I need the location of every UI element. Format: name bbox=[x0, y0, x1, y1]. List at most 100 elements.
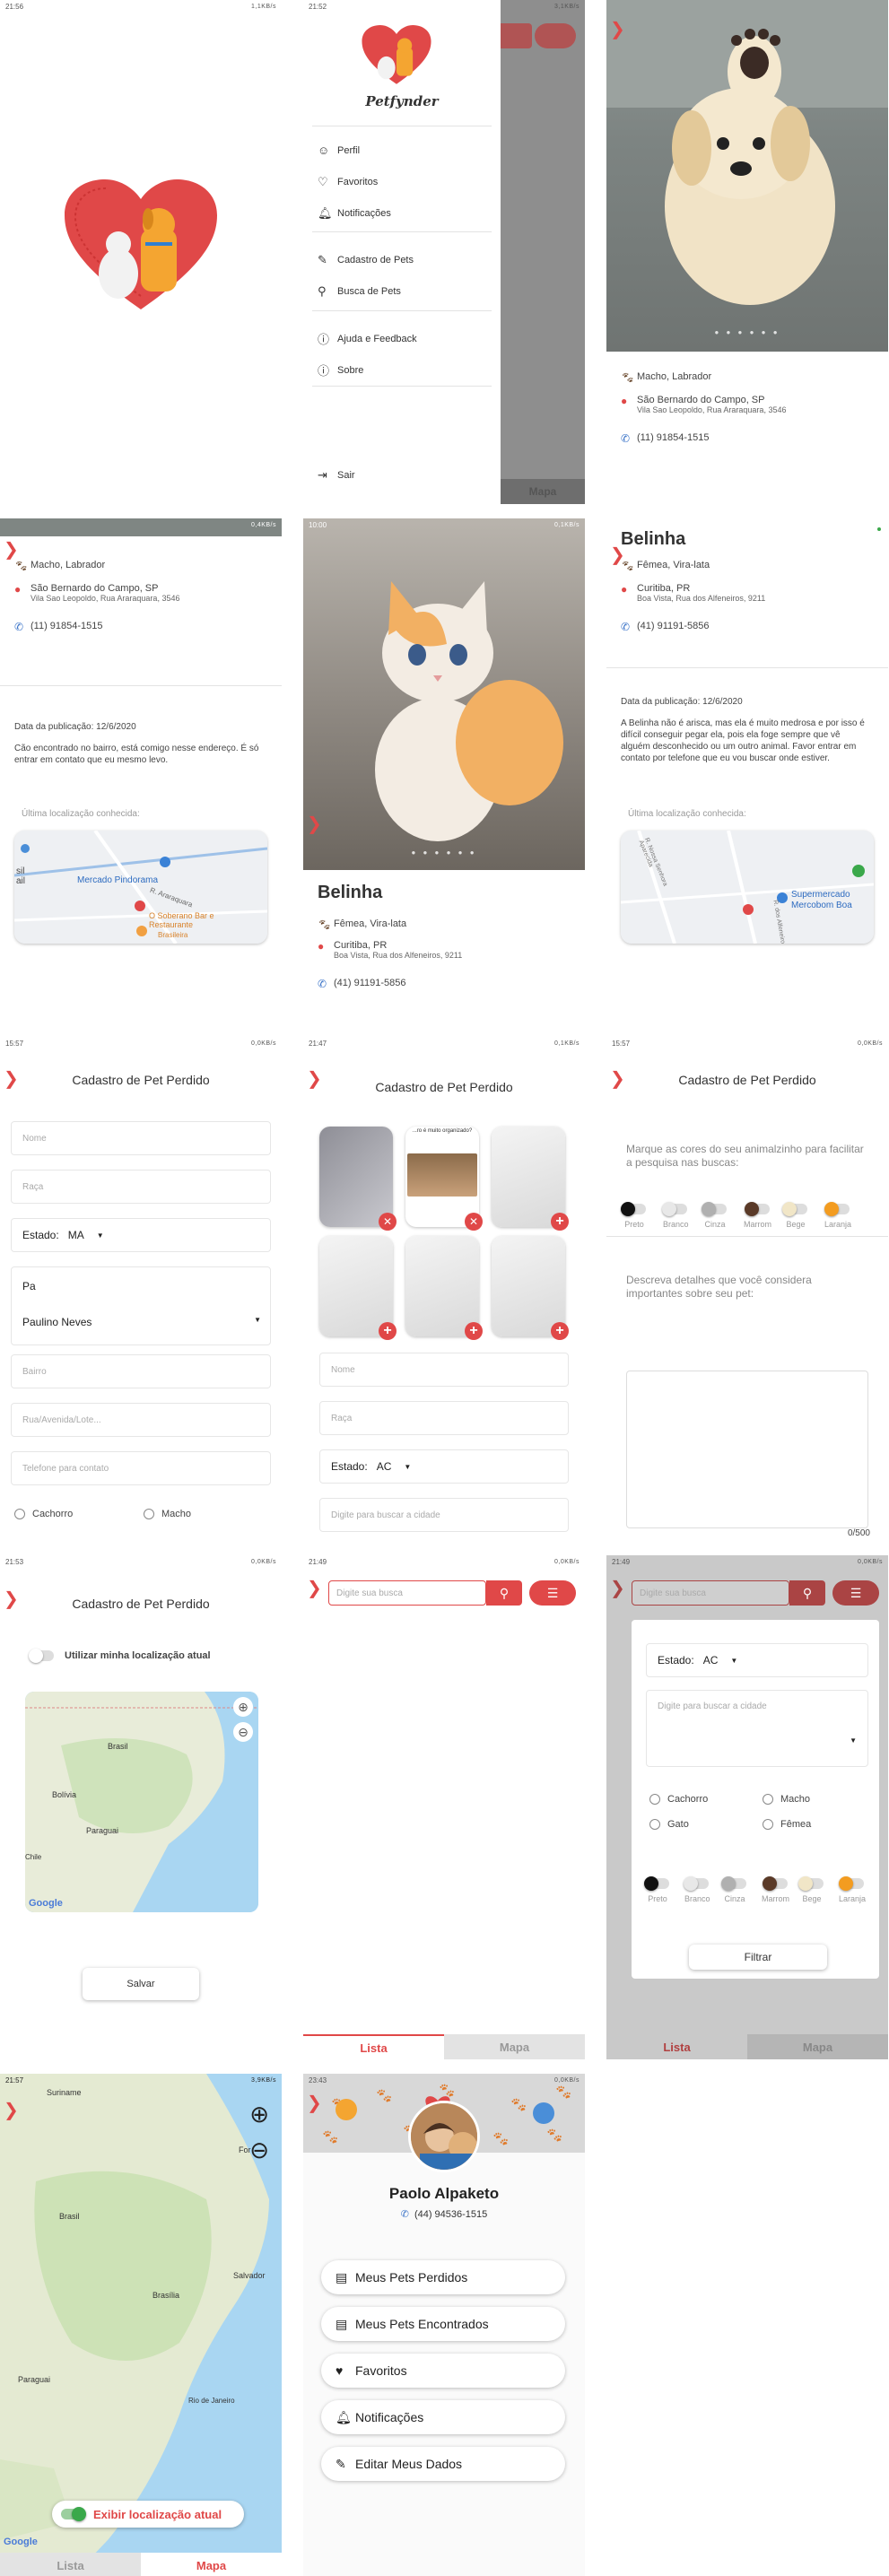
back-arrow-icon[interactable]: ❯ bbox=[610, 544, 625, 566]
tab-lista[interactable]: Lista bbox=[303, 2034, 444, 2059]
location-map[interactable]: Supermercado Mercobom Boa R. Nossa Senho… bbox=[621, 831, 874, 944]
color-option-2[interactable]: Branco bbox=[662, 1202, 689, 1229]
back-arrow-icon[interactable]: ❯ bbox=[4, 2099, 19, 2121]
back-arrow-icon[interactable]: ❯ bbox=[307, 2092, 322, 2114]
back-arrow-icon[interactable]: ❯ bbox=[4, 538, 19, 561]
name-field[interactable]: Nome bbox=[11, 1121, 271, 1155]
add-photo-button[interactable]: + bbox=[379, 1322, 397, 1340]
color-option-5[interactable]: Bege bbox=[782, 1202, 807, 1229]
back-arrow-icon[interactable]: ❯ bbox=[307, 813, 322, 835]
back-arrow-icon[interactable]: ❯ bbox=[610, 1577, 625, 1599]
radio-macho[interactable]: Macho bbox=[144, 1509, 191, 1519]
menu-item-ajuda[interactable]: ⓘ Ajuda e Feedback bbox=[318, 330, 417, 347]
color-option-3[interactable]: Cinza bbox=[702, 1202, 727, 1229]
state-select[interactable]: Estado: AC ▼ bbox=[319, 1449, 569, 1484]
city-search-field[interactable]: Digite para buscar a cidade ▼ bbox=[646, 1690, 868, 1767]
phone-row[interactable]: ✆ (11) 91854-1515 bbox=[14, 621, 103, 633]
back-arrow-icon[interactable]: ❯ bbox=[307, 1067, 322, 1090]
notifications-button[interactable]: 🔔︎ Notificações bbox=[321, 2400, 565, 2434]
tab-mapa[interactable]: Mapa bbox=[444, 2034, 585, 2059]
color-option-6[interactable]: Laranja bbox=[824, 1202, 851, 1229]
search-input[interactable]: Digite sua busca bbox=[328, 1580, 486, 1606]
search-input[interactable]: Digite sua busca bbox=[632, 1580, 789, 1606]
color-option-2[interactable]: Branco bbox=[684, 1876, 710, 1903]
photo-slot-6[interactable]: + bbox=[492, 1236, 569, 1340]
profile-item-label: Notificações bbox=[355, 2410, 424, 2424]
details-textarea[interactable] bbox=[626, 1371, 868, 1528]
color-label: Marrom bbox=[744, 1220, 771, 1229]
color-option-4[interactable]: Marrom bbox=[762, 1876, 789, 1903]
zoom-in-icon[interactable]: ⊕ bbox=[249, 2101, 269, 2128]
photo-slot-1[interactable]: ✕ bbox=[319, 1127, 397, 1231]
phone-row[interactable]: ✆ (41) 91191-5856 bbox=[318, 978, 406, 990]
zoom-out-icon[interactable]: ⊖ bbox=[249, 2137, 269, 2164]
add-photo-button[interactable]: + bbox=[551, 1213, 569, 1231]
tab-lista[interactable]: Lista bbox=[0, 2553, 141, 2576]
delete-photo-button[interactable]: ✕ bbox=[379, 1213, 397, 1231]
name-field[interactable]: Nome bbox=[319, 1353, 569, 1387]
neighborhood-field[interactable]: Bairro bbox=[11, 1354, 271, 1388]
filter-button[interactable]: ☰ bbox=[832, 1580, 879, 1606]
back-arrow-icon[interactable]: ❯ bbox=[307, 1577, 322, 1599]
menu-item-notificacoes[interactable]: 🔔︎ Notificações bbox=[318, 206, 391, 221]
menu-item-busca[interactable]: ⚲ Busca de Pets bbox=[318, 284, 401, 299]
photo-slot-2[interactable]: ...ro é muito organizado? ✕ bbox=[405, 1127, 483, 1231]
favorites-button[interactable]: ♥ Favoritos bbox=[321, 2354, 565, 2388]
color-knob bbox=[744, 1202, 759, 1216]
breed-field[interactable]: Raça bbox=[11, 1170, 271, 1204]
color-option-1[interactable]: Preto bbox=[644, 1876, 669, 1903]
phone-field[interactable]: Telefone para contato bbox=[11, 1451, 271, 1485]
radio-femea[interactable]: Fêmea bbox=[763, 1819, 811, 1830]
tab-mapa[interactable]: Mapa bbox=[747, 2034, 888, 2059]
menu-item-cadastro[interactable]: ✎ Cadastro de Pets bbox=[318, 253, 414, 267]
color-option-6[interactable]: Laranja bbox=[839, 1876, 866, 1903]
delete-photo-button[interactable]: ✕ bbox=[465, 1213, 483, 1231]
radio-cachorro[interactable]: Cachorro bbox=[649, 1794, 708, 1805]
menu-item-sobre[interactable]: ⓘ Sobre bbox=[318, 361, 363, 379]
phone-row[interactable]: ✆ (11) 91854-1515 bbox=[621, 432, 710, 445]
search-button[interactable]: ⚲ bbox=[486, 1580, 522, 1606]
search-button[interactable]: ⚲ bbox=[789, 1580, 825, 1606]
radio-macho[interactable]: Macho bbox=[763, 1794, 810, 1805]
phone-row[interactable]: ✆ (41) 91191-5856 bbox=[621, 621, 710, 633]
save-button[interactable]: Salvar bbox=[83, 1968, 199, 2000]
breed-field[interactable]: Raça bbox=[319, 1401, 569, 1435]
menu-item-perfil[interactable]: ☺ Perfil bbox=[318, 144, 360, 157]
back-arrow-icon[interactable]: ❯ bbox=[610, 18, 625, 40]
street-field[interactable]: Rua/Avenida/Lote... bbox=[11, 1403, 271, 1437]
city-suggestion[interactable]: Paulino Neves ▼ bbox=[22, 1316, 261, 1328]
tab-mapa[interactable]: Mapa bbox=[141, 2553, 282, 2576]
menu-item-favoritos[interactable]: ♡ Favoritos bbox=[318, 175, 378, 189]
edit-data-button[interactable]: ✎ Editar Meus Dados bbox=[321, 2447, 565, 2481]
back-arrow-icon[interactable]: ❯ bbox=[4, 1067, 19, 1090]
back-arrow-icon[interactable]: ❯ bbox=[4, 1588, 19, 1610]
back-arrow-icon[interactable]: ❯ bbox=[610, 1067, 625, 1090]
zoom-out-icon[interactable]: ⊖ bbox=[233, 1722, 253, 1742]
color-option-1[interactable]: Preto bbox=[621, 1202, 646, 1229]
show-location-toggle[interactable]: Exibir localização atual bbox=[52, 2501, 244, 2528]
tab-lista[interactable]: Lista bbox=[606, 2034, 747, 2059]
radio-gato[interactable]: Gato bbox=[649, 1819, 689, 1830]
add-photo-button[interactable]: + bbox=[551, 1322, 569, 1340]
my-lost-pets-button[interactable]: ▤ Meus Pets Perdidos bbox=[321, 2260, 565, 2294]
state-select[interactable]: Estado: AC ▼ bbox=[646, 1643, 868, 1677]
filter-submit-button[interactable]: Filtrar bbox=[689, 1945, 827, 1970]
filter-button[interactable]: ☰ bbox=[529, 1580, 576, 1606]
location-map[interactable]: Mercado Pindorama O Soberano Bar e Resta… bbox=[14, 831, 267, 944]
photo-slot-4[interactable]: + bbox=[319, 1236, 397, 1340]
color-option-4[interactable]: Marrom bbox=[744, 1202, 771, 1229]
use-location-toggle[interactable]: Utilizar minha localização atual bbox=[29, 1649, 211, 1663]
zoom-in-icon[interactable]: ⊕ bbox=[233, 1697, 253, 1717]
state-select[interactable]: Estado: MA ▼ bbox=[11, 1218, 271, 1252]
color-option-5[interactable]: Bege bbox=[798, 1876, 824, 1903]
photo-slot-5[interactable]: + bbox=[405, 1236, 483, 1340]
city-search-field[interactable]: Digite para buscar a cidade bbox=[319, 1498, 569, 1532]
location-map[interactable]: Brasil Bolívia Paraguai Chile Google ⊕ ⊖ bbox=[25, 1692, 258, 1912]
menu-item-sair[interactable]: ⇥ Sair bbox=[318, 468, 355, 483]
color-option-3[interactable]: Cinza bbox=[721, 1876, 746, 1903]
my-found-pets-button[interactable]: ▤ Meus Pets Encontrados bbox=[321, 2307, 565, 2341]
city-autocomplete[interactable]: Pa Paulino Neves ▼ bbox=[11, 1266, 271, 1345]
radio-cachorro[interactable]: Cachorro bbox=[14, 1509, 73, 1519]
add-photo-button[interactable]: + bbox=[465, 1322, 483, 1340]
photo-slot-3[interactable]: + bbox=[492, 1127, 569, 1231]
